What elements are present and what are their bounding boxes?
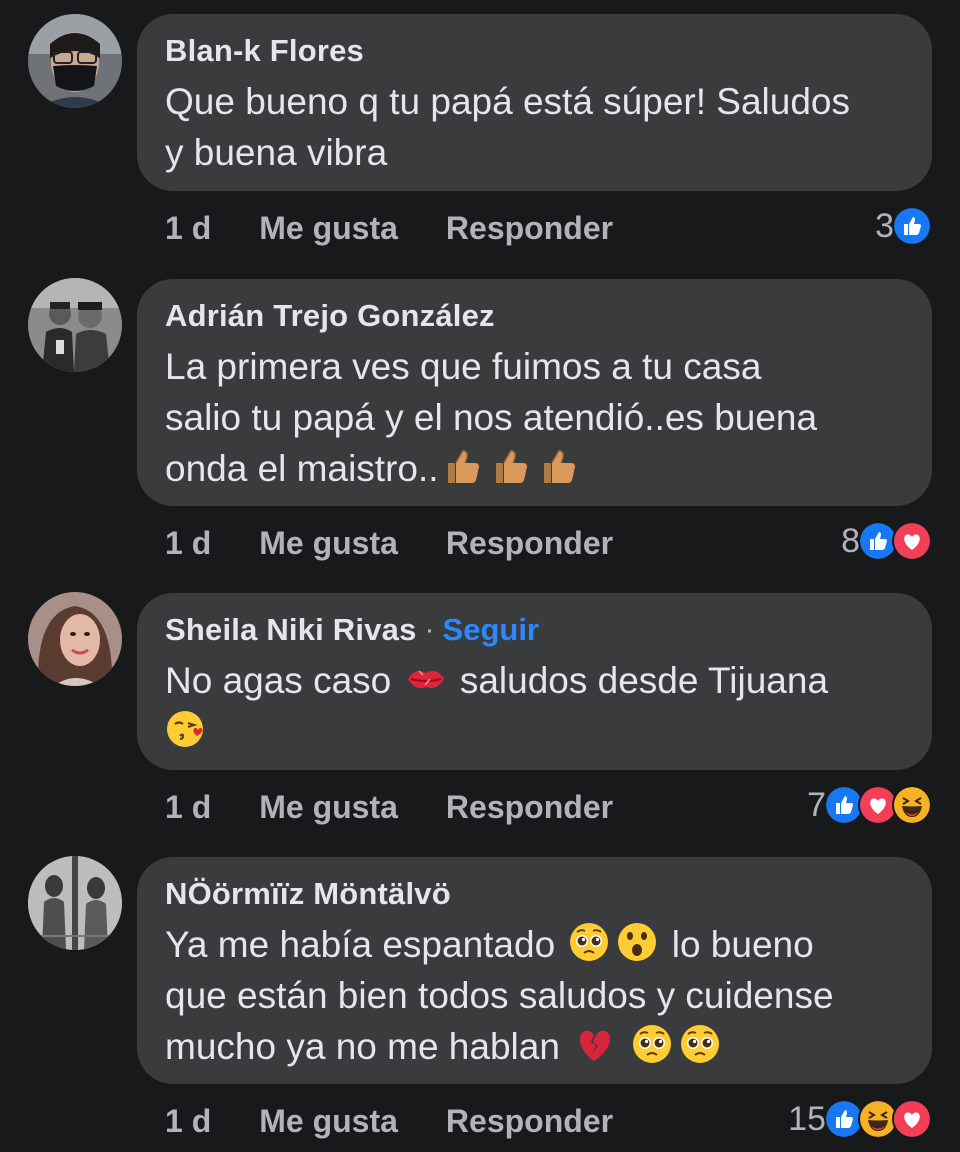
author-name[interactable]: Blan-k Flores (165, 33, 364, 69)
comment-line: y buena vibra (165, 132, 388, 173)
reply-button[interactable]: Responder (446, 789, 613, 826)
comment-line (165, 706, 904, 757)
comment-text: No agas caso saludos desde Tijuana (165, 655, 904, 757)
love-reaction-icon (892, 1099, 932, 1139)
comment-line-text: saludos desde Tijuana (459, 660, 829, 701)
reaction-count: 15 (788, 1099, 826, 1138)
comment-line: onda el maistro.. (165, 443, 904, 494)
face-blowing-kiss-emoji (165, 708, 207, 750)
like-button[interactable]: Me gusta (259, 789, 398, 826)
comment-line: mucho ya no me hablan (165, 1021, 904, 1072)
comment-bubble: NÖörmïïz Möntälvö Ya me había espantado … (137, 857, 932, 1084)
surprised-face-emoji (616, 921, 658, 963)
reaction-summary[interactable]: 8 (841, 516, 932, 566)
like-button[interactable]: Me gusta (259, 210, 398, 247)
avatar[interactable] (28, 856, 122, 950)
comment-line-text: onda el maistro.. (165, 448, 439, 489)
comment-text: Que bueno q tu papá está súper! Saludos … (165, 76, 904, 178)
comment-actions: 1 d Me gusta Responder (165, 782, 613, 832)
comment-actions: 1 d Me gusta Responder (165, 518, 613, 568)
separator-dot: · (424, 613, 435, 646)
broken-heart-emoji (573, 1023, 615, 1065)
reaction-summary[interactable]: 15 (788, 1094, 932, 1144)
avatar[interactable] (28, 592, 122, 686)
comment-feed: Blan-k Flores Que bueno q tu papá está s… (0, 0, 960, 1152)
reaction-summary[interactable]: 7 (807, 780, 932, 830)
reply-button[interactable]: Responder (446, 210, 613, 247)
reply-button[interactable]: Responder (446, 1103, 613, 1140)
comment-bubble: Sheila Niki Rivas · Seguir No agas caso … (137, 593, 932, 770)
timestamp[interactable]: 1 d (165, 525, 211, 562)
follow-button[interactable]: Seguir (443, 612, 539, 648)
thumbs-up-emoji (490, 445, 532, 487)
kiss-mark-emoji (405, 657, 447, 699)
comment-text: La primera ves que fuimos a tu casa sali… (165, 341, 904, 494)
author-name[interactable]: Adrián Trejo González (165, 298, 495, 334)
haha-reaction-icon (892, 785, 932, 825)
timestamp[interactable]: 1 d (165, 1103, 211, 1140)
comment-line: Que bueno q tu papá está súper! Saludos (165, 81, 851, 122)
avatar[interactable] (28, 14, 122, 108)
author-name[interactable]: Sheila Niki Rivas (165, 612, 417, 648)
comment-line-text: mucho ya no me hablan (165, 1026, 560, 1067)
comment-text: Ya me había espantado lo bueno que están… (165, 919, 904, 1072)
thumbs-up-emoji (442, 445, 484, 487)
comment-line: que están bien todos saludos y cuidense (165, 975, 834, 1016)
timestamp[interactable]: 1 d (165, 789, 211, 826)
like-button[interactable]: Me gusta (259, 525, 398, 562)
comment-actions: 1 d Me gusta Responder (165, 203, 613, 253)
comment-line: salio tu papá y el nos atendió..es buena (165, 397, 818, 438)
thumbs-up-emoji (538, 445, 580, 487)
timestamp[interactable]: 1 d (165, 210, 211, 247)
reaction-summary[interactable]: 3 (875, 201, 932, 251)
comment-line-text: lo bueno (671, 924, 814, 965)
like-reaction-icon (892, 206, 932, 246)
reply-button[interactable]: Responder (446, 525, 613, 562)
pleading-face-emoji (568, 921, 610, 963)
comment-line: Ya me había espantado lo bueno (165, 919, 904, 970)
author-name[interactable]: NÖörmïïz Möntälvö (165, 876, 451, 912)
love-reaction-icon (892, 521, 932, 561)
comment-line: La primera ves que fuimos a tu casa (165, 346, 762, 387)
pleading-face-emoji (679, 1023, 721, 1065)
comment-line-text: Ya me había espantado (165, 924, 556, 965)
comment-bubble: Blan-k Flores Que bueno q tu papá está s… (137, 14, 932, 191)
comment-line: No agas caso saludos desde Tijuana (165, 655, 904, 706)
comment-line-text: No agas caso (165, 660, 392, 701)
avatar[interactable] (28, 278, 122, 372)
comment-bubble: Adrián Trejo González La primera ves que… (137, 279, 932, 506)
comment-actions: 1 d Me gusta Responder (165, 1096, 613, 1146)
pleading-face-emoji (631, 1023, 673, 1065)
like-button[interactable]: Me gusta (259, 1103, 398, 1140)
